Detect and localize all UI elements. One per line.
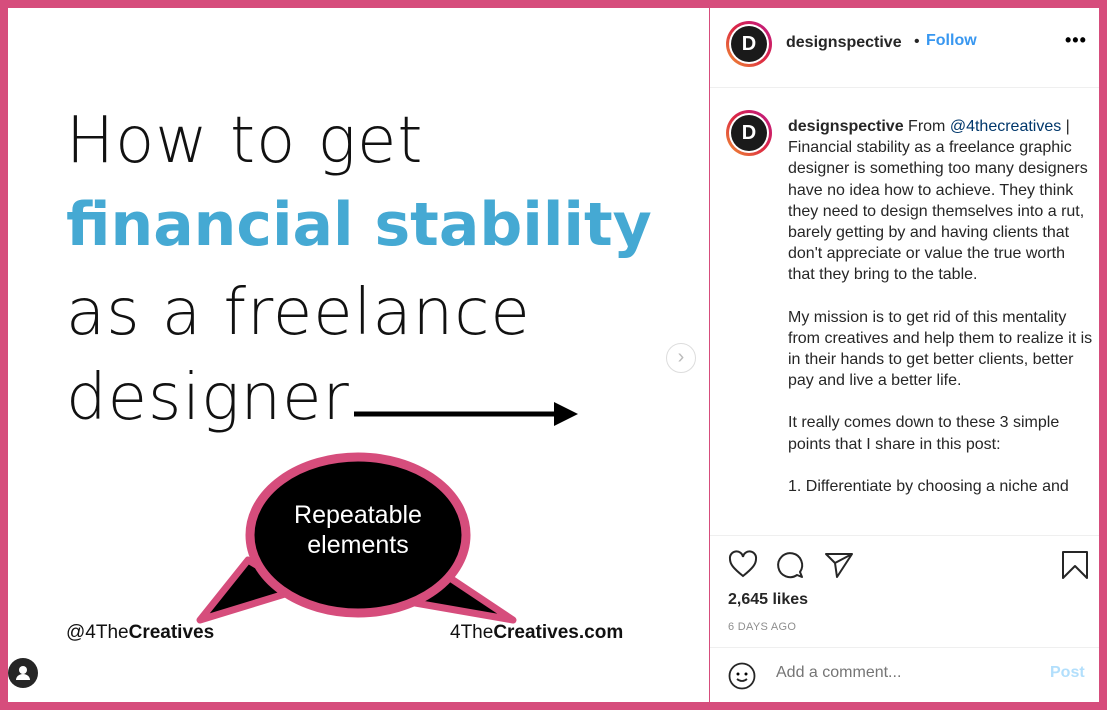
- arrow-right-icon: [354, 402, 578, 426]
- heart-icon[interactable]: [728, 550, 758, 580]
- headline-line-1: How to get: [66, 104, 424, 178]
- headline-line-2: financial stability: [66, 190, 652, 260]
- bubble-line-2: elements: [307, 531, 409, 559]
- caption-intro: From: [903, 118, 950, 135]
- comment-input[interactable]: [776, 664, 1026, 682]
- bookmark-icon[interactable]: [1060, 550, 1090, 580]
- caption-paragraph: 1. Differentiate by choosing a niche and: [788, 477, 1069, 495]
- post-timestamp[interactable]: 6 DAYS AGO: [728, 621, 796, 633]
- bubble-line-1: Repeatable: [294, 501, 422, 529]
- emoji-icon[interactable]: [728, 662, 756, 690]
- avatar[interactable]: D: [726, 21, 772, 67]
- post-header: D designspective • Follow •••: [710, 8, 1099, 88]
- post-panel: D designspective • Follow ••• D designsp…: [710, 8, 1099, 702]
- headline-line-3: as a freelance: [66, 276, 531, 350]
- share-icon[interactable]: [824, 550, 854, 580]
- avatar-logo: D: [731, 115, 767, 151]
- mention-link[interactable]: @4thecreatives: [950, 118, 1061, 135]
- more-options-icon[interactable]: •••: [1065, 30, 1087, 51]
- caption-avatar[interactable]: D: [726, 110, 772, 156]
- action-bar: 2,645 likes 6 DAYS AGO: [710, 535, 1099, 647]
- bubble-text: Repeatable elements: [258, 500, 458, 560]
- comment-bar: Post: [710, 647, 1099, 702]
- handle-prefix: @4The: [66, 622, 129, 643]
- website-text: 4TheCreatives.com: [450, 622, 623, 644]
- caption-username[interactable]: designspective: [788, 118, 904, 135]
- username-link[interactable]: designspective: [786, 34, 902, 52]
- comment-icon[interactable]: [776, 550, 806, 580]
- caption-paragraph: It really comes down to these 3 simple p…: [788, 414, 1060, 453]
- site-prefix: 4The: [450, 622, 494, 643]
- tagged-user-icon[interactable]: [8, 658, 38, 688]
- caption-text: | Financial stability as a freelance gra…: [788, 118, 1088, 284]
- likes-count[interactable]: 2,645 likes: [728, 591, 808, 609]
- next-slide-button[interactable]: ›: [666, 343, 696, 373]
- handle-text: @4TheCreatives: [66, 622, 214, 644]
- handle-bold: Creatives: [128, 622, 215, 643]
- caption: designspective From @4thecreatives | Fin…: [788, 116, 1093, 534]
- caption-paragraph: My mission is to get rid of this mentali…: [788, 308, 1093, 390]
- follow-button[interactable]: Follow: [926, 32, 977, 50]
- post-image: How to get financial stability as a free…: [8, 8, 709, 702]
- separator-dot: •: [914, 33, 920, 50]
- avatar-logo: D: [731, 26, 767, 62]
- site-bold: Creatives.com: [493, 622, 624, 643]
- post-comment-button[interactable]: Post: [1050, 664, 1085, 682]
- headline-line-4: designer: [66, 361, 350, 435]
